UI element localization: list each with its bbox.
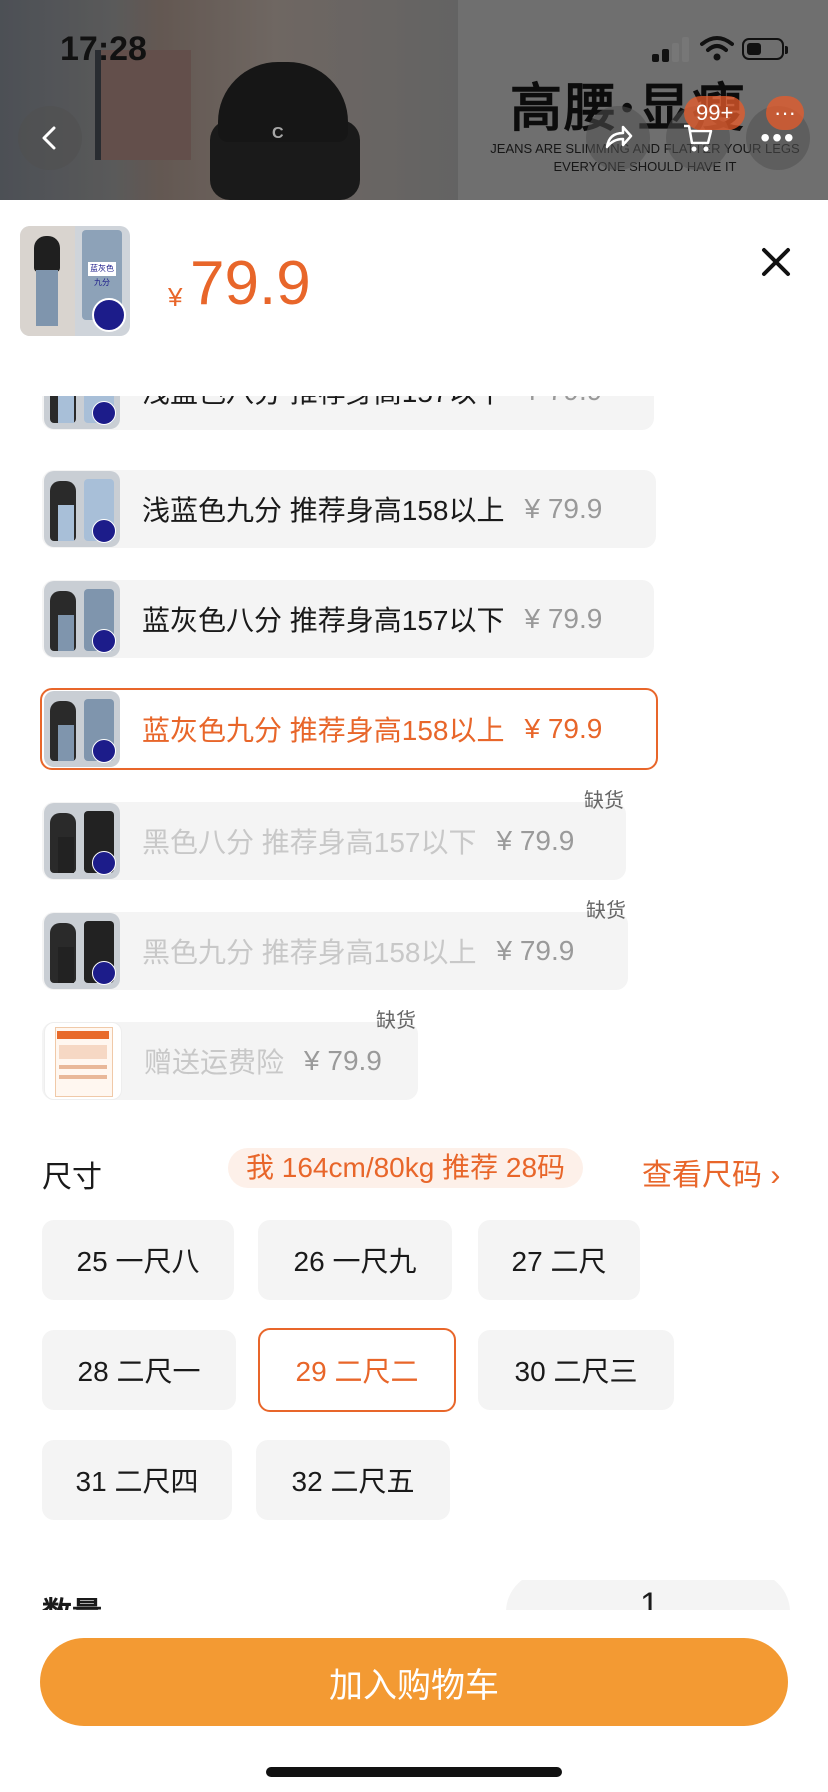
variant-option-disabled[interactable]: 赠送运费险 ¥ 79.9	[42, 1022, 418, 1100]
sku-scroll-area[interactable]: 浅蓝色八分 推荐身高157以下 ¥ 79.9 浅蓝色九分 推荐身高158以上 ¥…	[0, 396, 828, 1610]
share-icon	[605, 125, 633, 149]
add-to-cart-button[interactable]: 加入购物车	[40, 1638, 788, 1726]
variant-label: 蓝灰色八分 推荐身高157以下	[142, 605, 505, 636]
variant-label: 浅蓝色八分 推荐身高157以下	[142, 396, 505, 411]
variant-option-disabled[interactable]: 黑色九分 推荐身高158以上 ¥ 79.9	[42, 912, 628, 990]
variant-option-selected[interactable]: 蓝灰色九分 推荐身高158以上 ¥ 79.9	[40, 688, 658, 770]
size-option[interactable]: 31 二尺四	[42, 1440, 232, 1520]
variant-thumbnail	[44, 1022, 122, 1100]
variant-thumbnail	[44, 803, 120, 879]
size-option[interactable]: 28 二尺一	[42, 1330, 236, 1410]
quantity-stepper[interactable]: 1	[506, 1580, 790, 1610]
variant-thumbnail	[44, 691, 120, 767]
size-option[interactable]: 32 二尺五	[256, 1440, 450, 1520]
variant-option[interactable]: 浅蓝色九分 推荐身高158以上 ¥ 79.9	[42, 470, 656, 548]
variant-option-disabled[interactable]: 黑色八分 推荐身高157以下 ¥ 79.9	[42, 802, 626, 880]
cap-logo: C	[272, 125, 284, 142]
variant-price: ¥ 79.9	[304, 1045, 382, 1076]
size-option[interactable]: 25 一尺八	[42, 1220, 234, 1300]
selected-product-thumbnail: 蓝灰色九分	[20, 226, 130, 336]
close-icon[interactable]	[756, 242, 796, 282]
cellular-signal-icon	[652, 36, 692, 62]
variant-thumbnail	[44, 581, 120, 657]
share-button[interactable]	[586, 106, 650, 170]
variant-thumbnail	[44, 913, 120, 989]
size-option[interactable]: 26 一尺九	[258, 1220, 452, 1300]
size-recommendation[interactable]: 我 164cm/80kg 推荐 28码	[228, 1148, 584, 1188]
variant-price: ¥ 79.9	[524, 713, 603, 744]
size-option-selected[interactable]: 29 二尺二	[258, 1328, 456, 1412]
promo-subtitle-line2: EVERYONE SHOULD HAVE IT	[553, 159, 737, 174]
variant-thumbnail	[44, 471, 120, 547]
cart-count-badge: 99+	[684, 96, 746, 130]
quantity-label: 数量	[42, 1588, 102, 1610]
quantity-row: 数量 1	[0, 1580, 828, 1610]
variant-label: 黑色九分 推荐身高158以上	[142, 937, 477, 968]
variant-price: ¥ 79.9	[496, 825, 575, 856]
variant-label: 黑色八分 推荐身高157以下	[142, 827, 477, 858]
variant-price: ¥ 79.9	[525, 396, 603, 407]
variant-price: ¥ 79.9	[496, 935, 575, 966]
quantity-value: 1	[640, 1586, 659, 1610]
variant-price: ¥ 79.9	[524, 493, 603, 524]
size-section-title: 尺寸	[42, 1161, 102, 1194]
out-of-stock-tag: 缺货	[584, 790, 624, 812]
variant-option[interactable]: 浅蓝色八分 推荐身高157以下 ¥ 79.9	[42, 396, 654, 430]
out-of-stock-tag: 缺货	[586, 900, 626, 922]
variant-label: 浅蓝色九分 推荐身高158以上	[142, 495, 505, 526]
selected-price: 79.9	[190, 249, 311, 318]
view-size-chart-link[interactable]: 查看尺码 ›	[642, 1150, 780, 1194]
status-time: 17:28	[60, 30, 147, 68]
variant-price: ¥ 79.9	[524, 603, 603, 634]
size-option[interactable]: 27 二尺	[478, 1220, 640, 1300]
variant-thumbnail	[44, 396, 120, 429]
variant-option[interactable]: 蓝灰色八分 推荐身高157以下 ¥ 79.9	[42, 580, 654, 658]
out-of-stock-tag: 缺货	[376, 1010, 416, 1032]
status-bar: 17:28	[0, 0, 828, 100]
variant-label: 蓝灰色九分 推荐身高158以上	[142, 715, 505, 746]
home-indicator	[266, 1767, 562, 1777]
more-badge: ···	[766, 96, 804, 130]
back-button[interactable]	[18, 106, 82, 170]
wifi-icon	[700, 36, 734, 61]
price-currency: ¥	[168, 282, 183, 312]
variant-label: 赠送运费险	[144, 1047, 285, 1078]
size-option[interactable]: 30 二尺三	[478, 1330, 674, 1410]
chevron-left-icon	[42, 126, 56, 150]
battery-icon	[742, 38, 788, 60]
more-dots-icon: •••	[760, 122, 796, 153]
